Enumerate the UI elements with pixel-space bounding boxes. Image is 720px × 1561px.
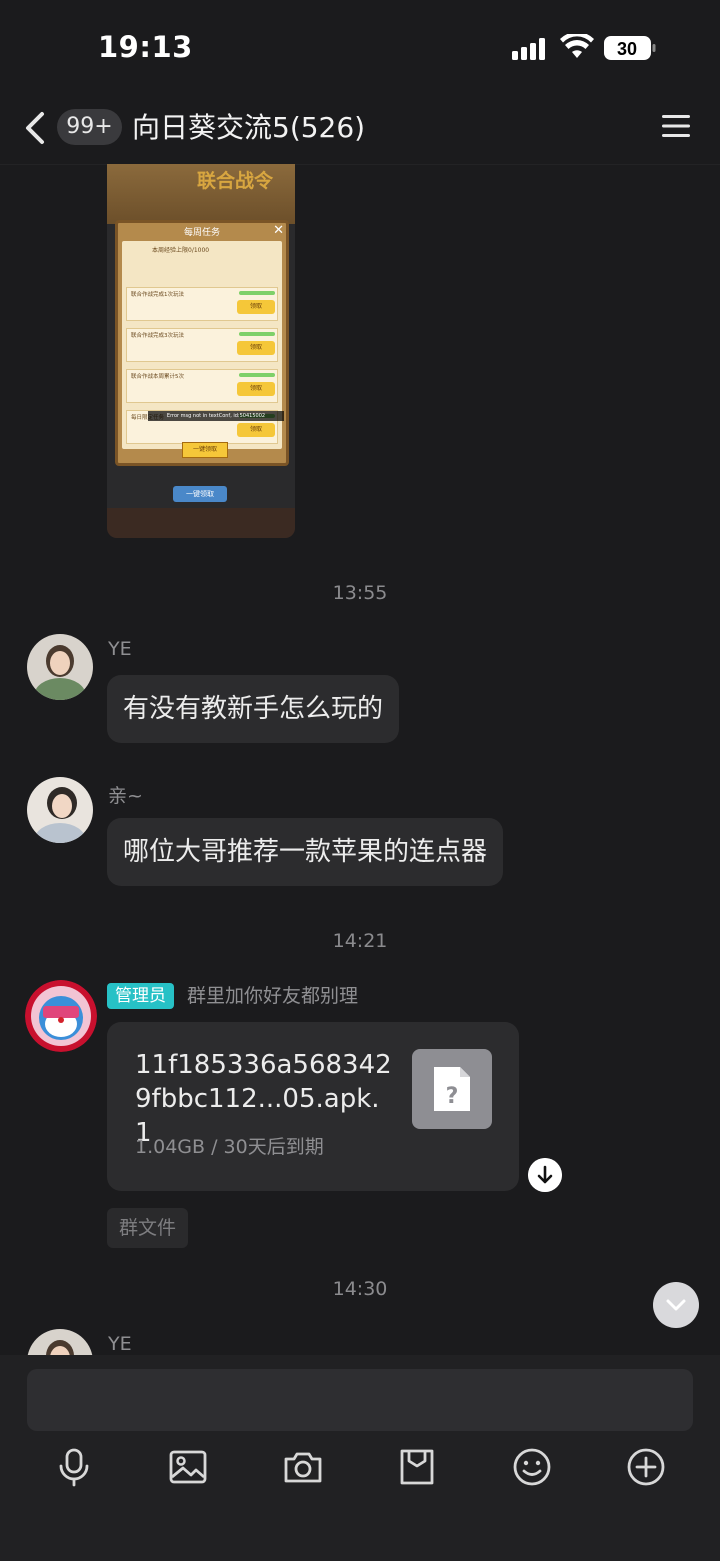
image-task-label: 联合作战本周累计5次 — [131, 374, 184, 380]
file-meta: 1.04GB / 30天后到期 — [135, 1136, 324, 1158]
image-task-progress — [239, 291, 275, 295]
image-task-label: 联合作战完成1次玩法 — [131, 292, 184, 298]
image-claim-button: 领取 — [237, 423, 275, 437]
admin-badge: 管理员 — [107, 983, 174, 1009]
message-bubble[interactable]: 有没有教新手怎么玩的 — [107, 675, 400, 743]
back-icon[interactable] — [22, 108, 50, 148]
image-task-modal: 每周任务 ✕ 本周经验上限0/1000 联合作战完成1次玩法 领取 联合作战完成… — [115, 220, 289, 466]
plus-icon[interactable] — [626, 1447, 666, 1487]
message-input[interactable] — [27, 1369, 693, 1431]
input-area — [0, 1355, 720, 1561]
image-task-row: 联合作战本周累计5次 领取 — [126, 369, 278, 403]
image-close-icon: ✕ — [273, 223, 284, 238]
message-list[interactable]: 联合战令 每周任务 ✕ 本周经验上限0/1000 联合作战完成1次玩法 领取 联… — [0, 164, 720, 1355]
avatar[interactable] — [27, 1329, 93, 1355]
image-banner-text: 联合战令 — [197, 170, 274, 192]
image-task-progress — [239, 332, 275, 336]
avatar[interactable] — [27, 634, 93, 700]
message-bubble[interactable]: 哪位大哥推荐一款苹果的连点器 — [107, 818, 504, 886]
shared-image[interactable]: 联合战令 每周任务 ✕ 本周经验上限0/1000 联合作战完成1次玩法 领取 联… — [107, 164, 295, 538]
avatar-image — [27, 1329, 93, 1355]
timestamp: 14:30 — [332, 1278, 388, 1300]
battery-icon: 30 — [604, 36, 656, 60]
file-icon-glyph: ? — [446, 1084, 459, 1109]
image-claim-button: 领取 — [237, 300, 275, 314]
camera-icon[interactable] — [283, 1447, 323, 1487]
avatar[interactable] — [25, 980, 97, 1052]
avatar[interactable] — [27, 777, 93, 843]
chat-title[interactable]: 向日葵交流5(526) — [132, 108, 365, 148]
chat-header: 99+ 向日葵交流5(526) — [0, 96, 720, 165]
file-message-card[interactable]: 11f185336a5683429fbbc112...05.apk.1 1.04… — [107, 1022, 519, 1191]
image-claim-all-button: 一键领取 — [182, 442, 228, 458]
unread-badge[interactable]: 99+ — [57, 109, 122, 145]
emoji-icon[interactable] — [512, 1447, 552, 1487]
image-bottom-bar — [107, 508, 295, 538]
sender-name: 群里加你好友都别理 — [187, 985, 359, 1007]
avatar-image — [27, 777, 93, 843]
microphone-icon[interactable] — [54, 1447, 94, 1487]
sender-name: YE — [108, 638, 132, 660]
status-time: 19:13 — [98, 30, 193, 64]
image-task-row: 联合作战完成1次玩法 领取 — [126, 287, 278, 321]
download-icon[interactable] — [528, 1158, 562, 1192]
avatar-image — [25, 980, 97, 1052]
image-task-label: 联合作战完成3次玩法 — [131, 333, 184, 339]
image-claim-button: 领取 — [237, 341, 275, 355]
group-file-tag[interactable]: 群文件 — [107, 1208, 189, 1248]
image-task-progress — [239, 373, 275, 377]
image-game-header: 联合战令 — [107, 164, 295, 224]
sender-name: 亲~ — [108, 785, 143, 807]
image-error-toast: Error msg not in textConf, id:50415002 — [148, 411, 284, 421]
timestamp: 13:55 — [332, 582, 388, 604]
timestamp: 14:21 — [332, 930, 388, 952]
image-claim-button: 领取 — [237, 382, 275, 396]
image-modal-body: 本周经验上限0/1000 联合作战完成1次玩法 领取 联合作战完成3次玩法 领取… — [122, 241, 284, 449]
sender-name: YE — [108, 1333, 132, 1355]
wifi-icon — [560, 34, 594, 58]
chat-screen: 19:13 30 99+ 向日葵交流5(526) 联合战令 每周任务 ✕ 本周经… — [0, 0, 720, 1561]
image-progress-text: 本周经验上限0/1000 — [152, 247, 210, 254]
signal-icon — [512, 38, 545, 60]
avatar-image — [27, 634, 93, 700]
status-bar: 19:13 30 — [0, 0, 720, 96]
folder-icon[interactable] — [397, 1447, 437, 1487]
file-icon: ? — [412, 1049, 492, 1129]
battery-level: 30 — [617, 39, 637, 59]
chevron-down-icon — [666, 1299, 686, 1311]
image-task-row: 联合作战完成3次玩法 领取 — [126, 328, 278, 362]
scroll-to-bottom-button[interactable] — [653, 1282, 699, 1328]
image-modal-title: 每周任务 — [183, 228, 220, 238]
image-icon[interactable] — [168, 1447, 208, 1487]
menu-icon[interactable] — [662, 112, 690, 140]
image-bottom-button: 一键领取 — [173, 486, 227, 502]
